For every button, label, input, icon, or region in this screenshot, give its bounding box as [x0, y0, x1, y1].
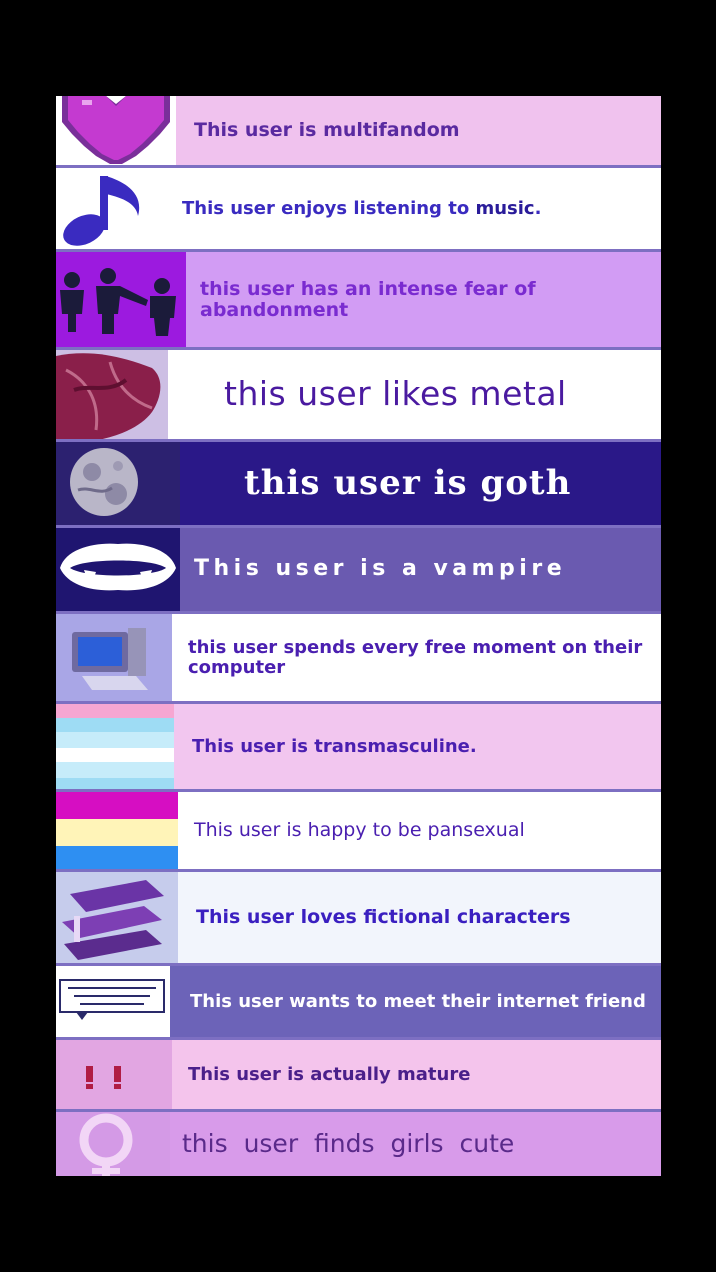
userbox-text-emphasis: music: [475, 197, 535, 219]
userbox-text-start: This user enjoys listening to: [182, 197, 476, 219]
userbox-fictional-characters: This user loves fictional characters: [56, 872, 661, 966]
userbox-text: This user is a vampire: [194, 556, 567, 582]
fangs-icon: [56, 528, 180, 611]
userbox-text: This user is actually mature: [188, 1063, 471, 1085]
userbox-text: this user spends every free moment on th…: [188, 636, 643, 678]
music-note-icon: [56, 168, 166, 249]
userbox-vampire: This user is a vampire: [56, 528, 661, 614]
userbox-pansexual: This user is happy to be pansexual: [56, 792, 661, 872]
pansexual-flag-icon: [56, 792, 178, 869]
venus-symbol-icon: [56, 1112, 170, 1176]
moon-icon: [56, 442, 180, 525]
userbox-computer: this user spends every free moment on th…: [56, 614, 661, 704]
userbox-text: this user likes metal: [224, 374, 567, 414]
userbox-text: this user has an intense fear of abandon…: [200, 277, 536, 321]
userbox-text: This user wants to meet their internet f…: [190, 990, 646, 1012]
userbox-text: This user is transmasculine.: [192, 735, 477, 757]
userbox-text: this user is goth: [244, 462, 572, 503]
people-pointing-icon: [56, 252, 186, 347]
userbox-text: This user is multifandom: [194, 119, 460, 142]
userbox-mature: This user is actually mature: [56, 1040, 661, 1112]
pixel-heart-icon: [56, 96, 176, 165]
books-icon: [56, 872, 178, 963]
userbox-music: This user enjoys listening to music.: [56, 168, 661, 252]
red-crumpled-texture-icon: [56, 350, 168, 439]
double-exclamation-icon: [56, 1040, 172, 1109]
userbox-text: This user enjoys listening to music.: [166, 168, 661, 249]
userbox-stack: This user is multifandom This user enjoy…: [56, 96, 661, 1176]
userbox-internet-friend: This user wants to meet their internet f…: [56, 966, 661, 1040]
userbox-text: This user is happy to be pansexual: [194, 819, 525, 842]
userbox-text: This user loves fictional characters: [196, 906, 571, 929]
userbox-text: this user finds girls cute: [182, 1129, 515, 1159]
note-card-icon: [56, 966, 170, 1037]
userbox-abandonment: this user has an intense fear of abandon…: [56, 252, 661, 350]
userbox-metal: this user likes metal: [56, 350, 661, 442]
transmasculine-flag-icon: [56, 704, 174, 789]
userbox-multifandom: This user is multifandom: [56, 96, 661, 168]
userbox-goth: this user is goth: [56, 442, 661, 528]
computer-icon: [56, 614, 172, 701]
userbox-text-end: .: [534, 197, 542, 219]
userbox-transmasculine: This user is transmasculine.: [56, 704, 661, 792]
userbox-girls-cute: this user finds girls cute: [56, 1112, 661, 1176]
